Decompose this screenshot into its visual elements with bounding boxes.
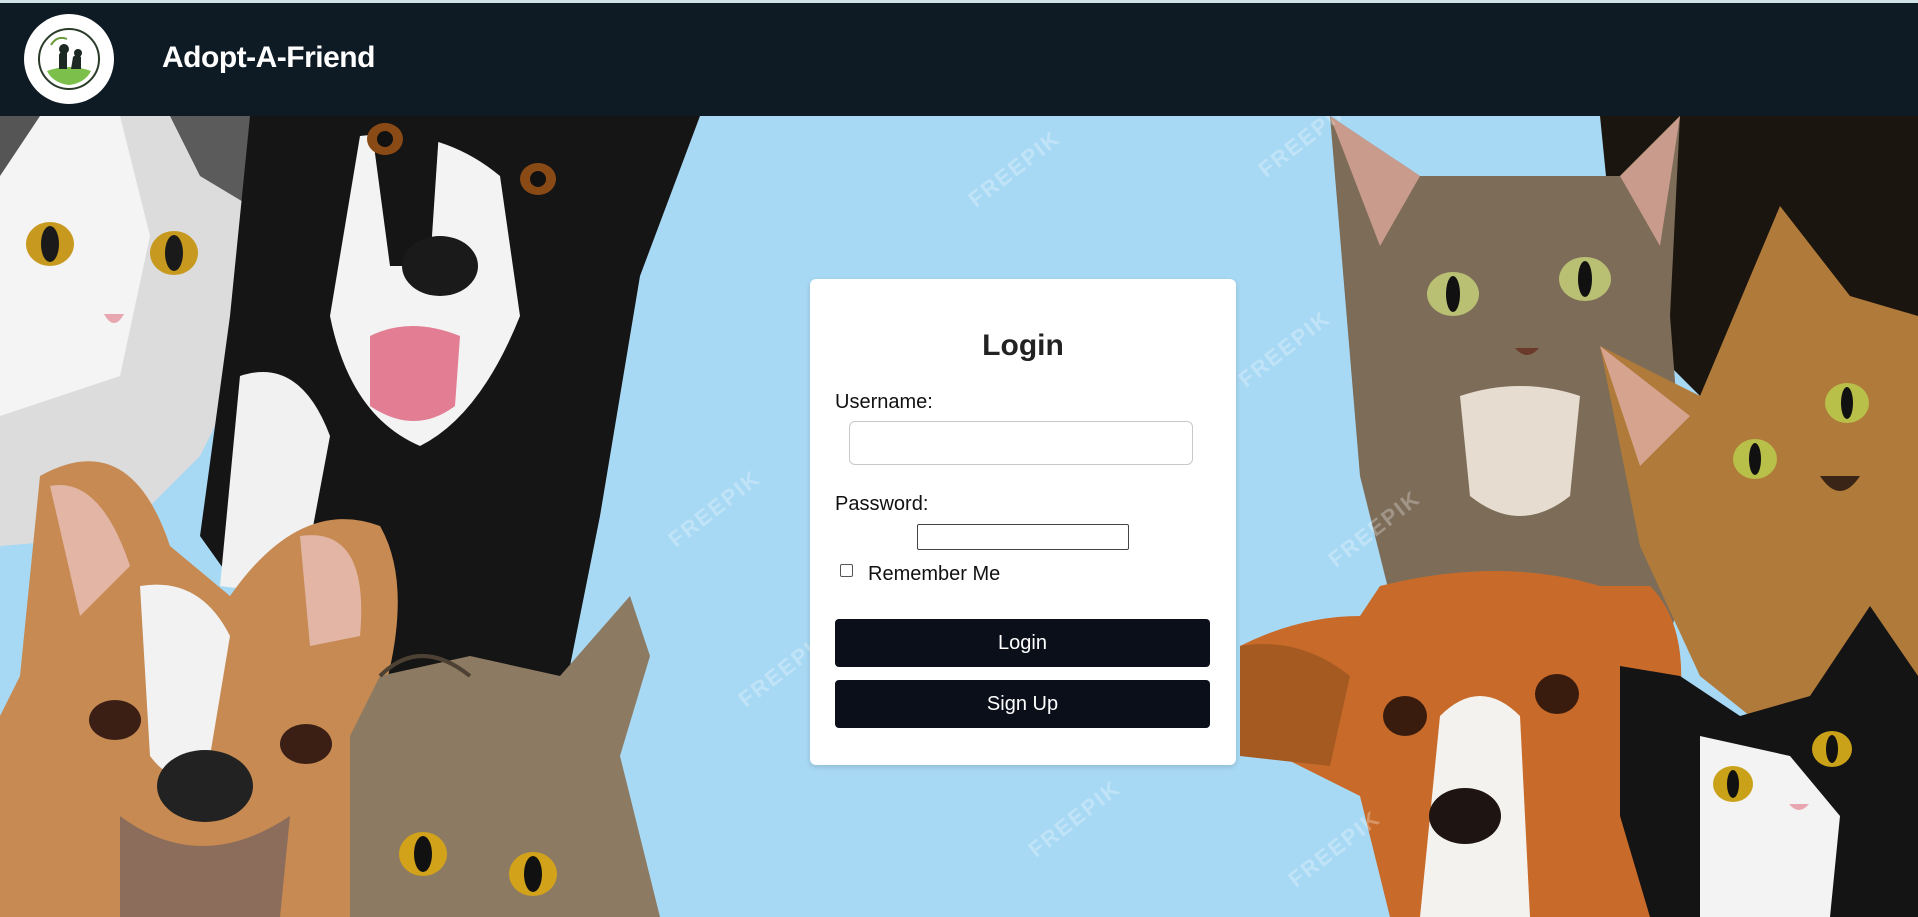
logo[interactable] bbox=[24, 14, 114, 104]
pet-adoption-logo-icon bbox=[38, 28, 100, 90]
login-title: Login bbox=[982, 329, 1064, 362]
login-card: Login Username: Password: Remember Me Lo… bbox=[810, 279, 1236, 765]
french-bulldog-image bbox=[0, 461, 398, 917]
username-input[interactable] bbox=[849, 421, 1193, 465]
username-label: Username: bbox=[835, 391, 933, 413]
remember-me-label[interactable]: Remember Me bbox=[868, 563, 1000, 586]
signup-button[interactable]: Sign Up bbox=[835, 680, 1210, 728]
password-label: Password: bbox=[835, 493, 929, 515]
navbar: Adopt-A-Friend bbox=[0, 3, 1918, 116]
remember-me-checkbox[interactable] bbox=[840, 564, 853, 577]
password-input[interactable] bbox=[917, 524, 1129, 550]
login-button[interactable]: Login bbox=[835, 619, 1210, 667]
brand-title[interactable]: Adopt-A-Friend bbox=[162, 41, 375, 75]
